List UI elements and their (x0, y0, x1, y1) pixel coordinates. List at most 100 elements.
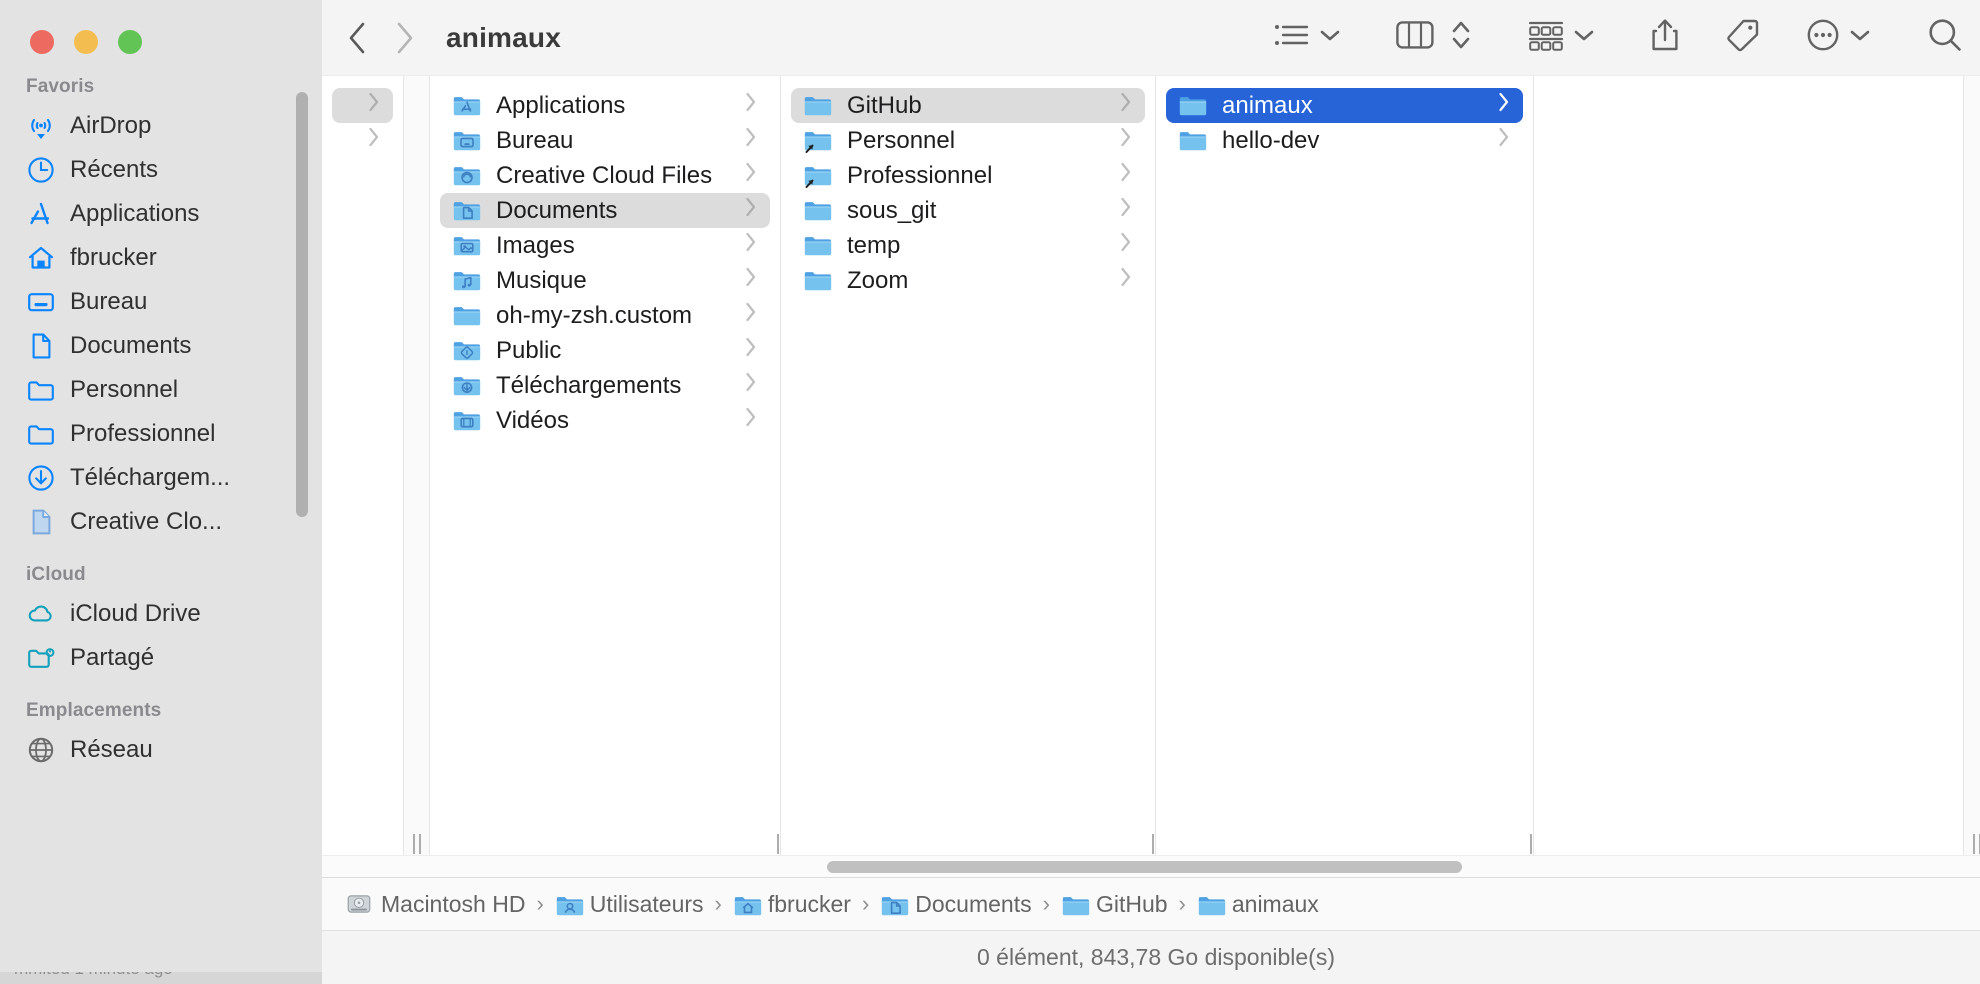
share-icon[interactable] (1650, 17, 1680, 58)
disclosure-chevron-icon[interactable] (744, 336, 758, 365)
disclosure-chevron-icon[interactable] (1497, 126, 1511, 155)
horizontal-scrollbar-thumb[interactable] (827, 861, 1462, 873)
sidebar-item-professionnel[interactable]: Professionnel (0, 412, 322, 456)
back-button[interactable] (346, 21, 368, 55)
disclosure-chevron-icon[interactable] (744, 301, 758, 330)
disclosure-chevron-icon[interactable] (1119, 91, 1133, 120)
column-resize-handle[interactable] (1964, 833, 1980, 855)
disclosure-chevron-icon[interactable] (1119, 231, 1133, 260)
column-row[interactable]: Applications (440, 88, 770, 123)
sort-stepper-icon[interactable] (1450, 18, 1472, 57)
column-row[interactable]: Personnel (791, 123, 1145, 158)
list-view-icon[interactable] (1274, 20, 1310, 55)
more-actions-control[interactable] (1806, 18, 1870, 57)
search-button[interactable] (1926, 16, 1964, 59)
column-row[interactable]: temp (791, 228, 1145, 263)
group-by-icon[interactable] (1528, 19, 1564, 56)
column-row[interactable]: Bureau (440, 123, 770, 158)
sidebar-item-r-seau[interactable]: Réseau (0, 728, 322, 772)
column-divider[interactable] (1964, 76, 1980, 877)
disclosure-chevron-icon[interactable] (744, 406, 758, 435)
disclosure-chevron-icon[interactable] (1119, 196, 1133, 225)
close-button[interactable] (30, 30, 54, 54)
tag-icon[interactable] (1726, 18, 1760, 57)
sidebar-item-bureau[interactable]: Bureau (0, 280, 322, 324)
sidebar-item-fbrucker[interactable]: fbrucker (0, 236, 322, 280)
folder-documents-icon (452, 196, 482, 226)
disclosure-chevron-icon[interactable] (744, 91, 758, 120)
column-row[interactable]: Documents (440, 193, 770, 228)
column-row[interactable]: hello-dev (1166, 123, 1523, 158)
column-resize-handle[interactable] (768, 833, 781, 855)
disclosure-chevron-icon[interactable] (744, 161, 758, 190)
sidebar-item-label: Personnel (70, 376, 178, 404)
view-list-control[interactable] (1274, 20, 1340, 55)
column-row[interactable]: Musique (440, 263, 770, 298)
column-row[interactable]: Téléchargements (440, 368, 770, 403)
sidebar-item-r-cents[interactable]: Récents (0, 148, 322, 192)
disclosure-chevron-icon[interactable] (744, 231, 758, 260)
breadcrumb-item-fbrucker[interactable]: fbrucker (733, 891, 851, 918)
disclosure-chevron-icon[interactable] (744, 196, 758, 225)
column-row[interactable]: Creative Cloud Files (440, 158, 770, 193)
column-resize-handle[interactable] (1143, 833, 1156, 855)
breadcrumb-separator: › (1043, 891, 1050, 917)
view-column-control[interactable] (1396, 18, 1472, 57)
minimize-button[interactable] (74, 30, 98, 54)
breadcrumb-item-animaux[interactable]: animaux (1197, 891, 1319, 918)
disclosure-chevron-icon[interactable] (1119, 266, 1133, 295)
zoom-button[interactable] (118, 30, 142, 54)
column-row[interactable]: oh-my-zsh.custom (440, 298, 770, 333)
disclosure-chevron-icon[interactable] (744, 371, 758, 400)
column-resize-handle[interactable] (404, 833, 430, 855)
column-row[interactable]: animaux (1166, 88, 1523, 123)
column-row[interactable] (332, 88, 393, 123)
breadcrumb-separator: › (536, 891, 543, 917)
disclosure-chevron-icon[interactable] (367, 91, 381, 120)
column-row[interactable]: Vidéos (440, 403, 770, 438)
column-row[interactable]: Public (440, 333, 770, 368)
sidebar-item-personnel[interactable]: Personnel (0, 368, 322, 412)
sidebar-item-creative-clo[interactable]: Creative Clo... (0, 500, 322, 544)
disclosure-chevron-icon[interactable] (744, 266, 758, 295)
breadcrumb-separator: › (715, 891, 722, 917)
column-view-icon[interactable] (1396, 19, 1434, 56)
sidebar-item-icloud-drive[interactable]: iCloud Drive (0, 592, 322, 636)
chevron-down-icon[interactable] (1850, 29, 1870, 47)
sidebar-scrollbar[interactable] (296, 92, 308, 517)
sidebar-item-documents[interactable]: Documents (0, 324, 322, 368)
sidebar-item-t-l-chargem[interactable]: Téléchargem... (0, 456, 322, 500)
sidebar-item-airdrop[interactable]: AirDrop (0, 104, 322, 148)
tag-button[interactable] (1726, 18, 1760, 57)
share-button[interactable] (1650, 17, 1680, 58)
disclosure-chevron-icon[interactable] (1119, 161, 1133, 190)
sidebar-item-applications[interactable]: Applications (0, 192, 322, 236)
column-divider[interactable] (404, 76, 430, 877)
group-by-control[interactable] (1528, 19, 1594, 56)
disclosure-chevron-icon[interactable] (1119, 126, 1133, 155)
disclosure-chevron-icon[interactable] (367, 126, 381, 155)
sidebar-item-partag[interactable]: Partagé (0, 636, 322, 680)
breadcrumb-item-github[interactable]: GitHub (1061, 891, 1168, 918)
folder-icon (26, 419, 56, 449)
harddisk-icon (346, 891, 372, 917)
disclosure-chevron-icon[interactable] (744, 126, 758, 155)
breadcrumb-item-utilisateurs[interactable]: Utilisateurs (555, 891, 704, 918)
chevron-down-icon[interactable] (1574, 29, 1594, 47)
column-row[interactable]: Professionnel (791, 158, 1145, 193)
column-row[interactable] (332, 123, 393, 158)
more-ellipsis-icon[interactable] (1806, 18, 1840, 57)
column-resize-handle[interactable] (1521, 833, 1534, 855)
column-row[interactable]: sous_git (791, 193, 1145, 228)
disclosure-chevron-icon[interactable] (1497, 91, 1511, 120)
chevron-down-icon[interactable] (1320, 29, 1340, 47)
folder-plain-icon (1178, 91, 1208, 121)
column-row[interactable]: Images (440, 228, 770, 263)
forward-button[interactable] (394, 21, 416, 55)
column-row[interactable]: GitHub (791, 88, 1145, 123)
breadcrumb-item-documents[interactable]: Documents (880, 891, 1031, 918)
horizontal-scrollbar-track[interactable] (322, 855, 1980, 877)
search-icon[interactable] (1926, 16, 1964, 59)
column-row[interactable]: Zoom (791, 263, 1145, 298)
breadcrumb-item-macintosh-hd[interactable]: Macintosh HD (346, 891, 525, 918)
